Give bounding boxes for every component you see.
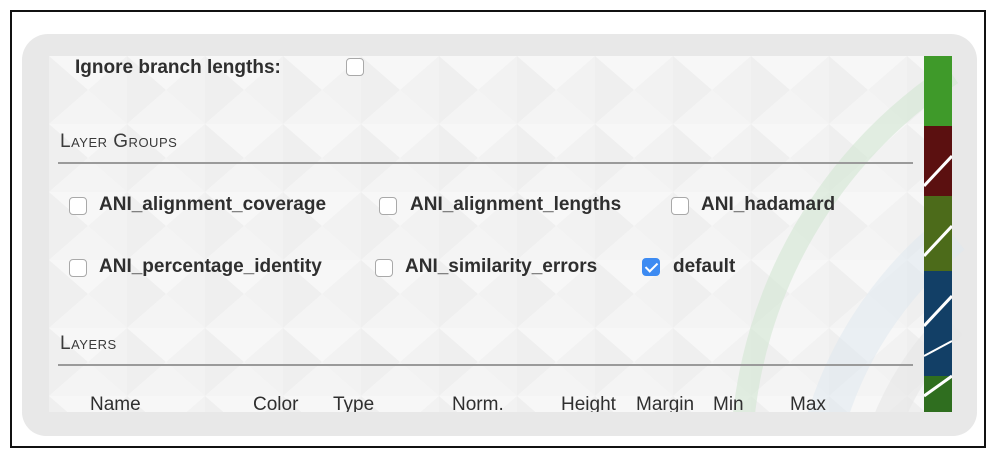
layer-group-checkbox-ani-hadamard[interactable] bbox=[671, 197, 689, 215]
layer-group-checkbox-ani-alignment-lengths[interactable] bbox=[379, 197, 397, 215]
layers-divider bbox=[58, 364, 913, 366]
layer-group-label-ani-similarity-errors: ANI_similarity_errors bbox=[405, 256, 598, 277]
layer-groups-heading: Layer Groups bbox=[60, 131, 178, 152]
settings-panel bbox=[22, 34, 977, 436]
tree-layer-strip bbox=[924, 56, 952, 412]
background-pattern bbox=[49, 56, 924, 412]
settings-content-area bbox=[49, 56, 924, 412]
panel-bottom-edge bbox=[22, 412, 977, 436]
ignore-branch-lengths-label: Ignore branch lengths: bbox=[75, 57, 281, 78]
layers-heading: Layers bbox=[60, 333, 117, 354]
layer-group-label-ani-alignment-lengths: ANI_alignment_lengths bbox=[410, 194, 622, 215]
ignore-branch-lengths-checkbox[interactable] bbox=[346, 58, 364, 76]
layer-group-label-default: default bbox=[673, 256, 736, 277]
layer-group-checkbox-ani-percentage-identity[interactable] bbox=[69, 259, 87, 277]
layer-groups-divider bbox=[58, 162, 913, 164]
layer-group-checkbox-ani-alignment-coverage[interactable] bbox=[69, 197, 87, 215]
layer-group-checkbox-default[interactable] bbox=[642, 258, 660, 276]
layer-group-label-ani-hadamard: ANI_hadamard bbox=[701, 194, 836, 215]
layer-group-checkbox-ani-similarity-errors[interactable] bbox=[375, 259, 393, 277]
layer-group-label-ani-percentage-identity: ANI_percentage_identity bbox=[99, 256, 322, 277]
layer-group-label-ani-alignment-coverage: ANI_alignment_coverage bbox=[99, 194, 327, 215]
